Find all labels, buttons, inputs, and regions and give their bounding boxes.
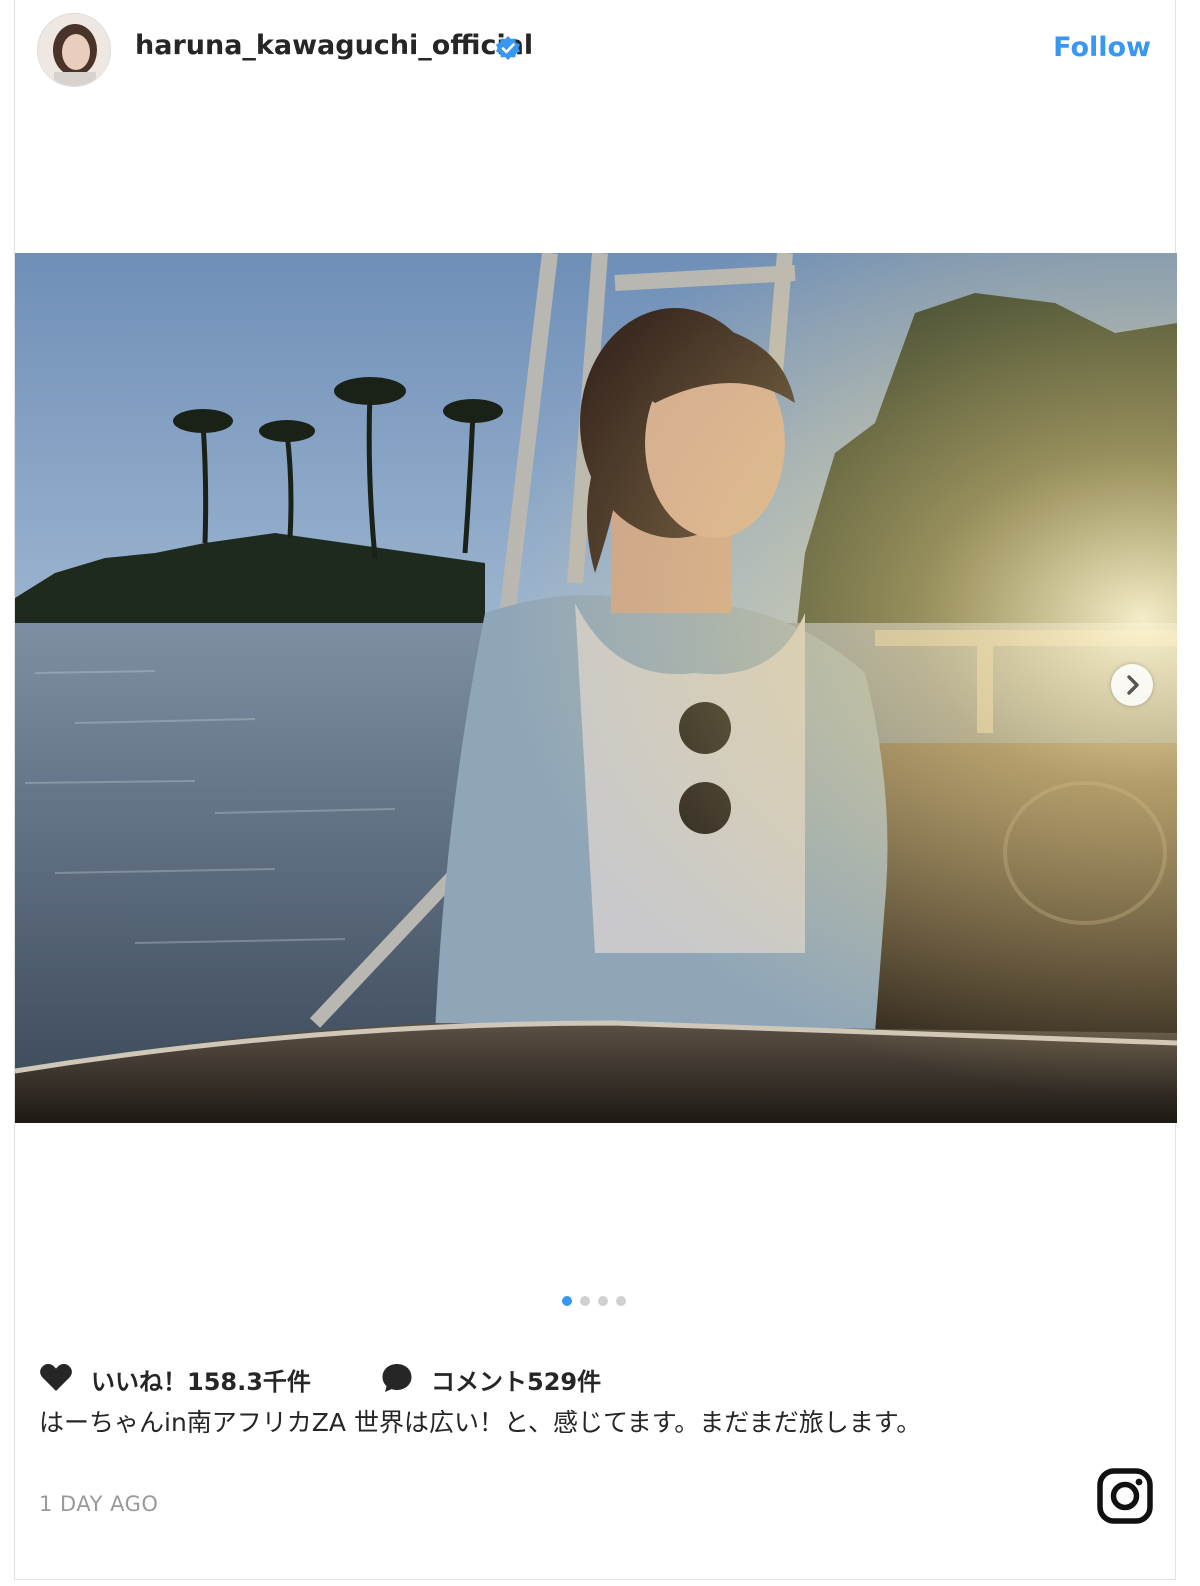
heart-icon[interactable] xyxy=(39,1362,73,1392)
carousel-dot-1 xyxy=(562,1296,572,1306)
post-image xyxy=(15,253,1177,1123)
follow-button[interactable]: Follow xyxy=(1053,32,1151,63)
carousel-next-button[interactable] xyxy=(1111,664,1153,706)
chevron-right-icon xyxy=(1127,675,1139,695)
comments-count[interactable]: コメント529件 xyxy=(431,1362,601,1397)
post-caption: はーちゃんin南アフリカZA 世界は広い！と、感じてます。まだまだ旅します。 xyxy=(39,1408,922,1437)
post-header: haruna_kawaguchi_official Follow xyxy=(15,0,1175,100)
verified-badge-icon xyxy=(496,36,520,60)
post-timestamp[interactable]: 1 DAY AGO xyxy=(39,1492,158,1516)
carousel-dot-3 xyxy=(598,1296,608,1306)
post-photo[interactable] xyxy=(15,253,1177,1123)
carousel-dot-4 xyxy=(616,1296,626,1306)
carousel-dot-2 xyxy=(580,1296,590,1306)
avatar-image xyxy=(38,14,110,86)
instagram-post-card: haruna_kawaguchi_official Follow いいね！158… xyxy=(14,0,1177,1580)
likes-count[interactable]: いいね！158.3千件 xyxy=(91,1362,311,1397)
avatar[interactable] xyxy=(37,13,111,87)
comment-bubble-icon[interactable] xyxy=(381,1362,413,1394)
username[interactable]: haruna_kawaguchi_official xyxy=(135,30,533,61)
instagram-logo-icon[interactable] xyxy=(1095,1466,1155,1526)
